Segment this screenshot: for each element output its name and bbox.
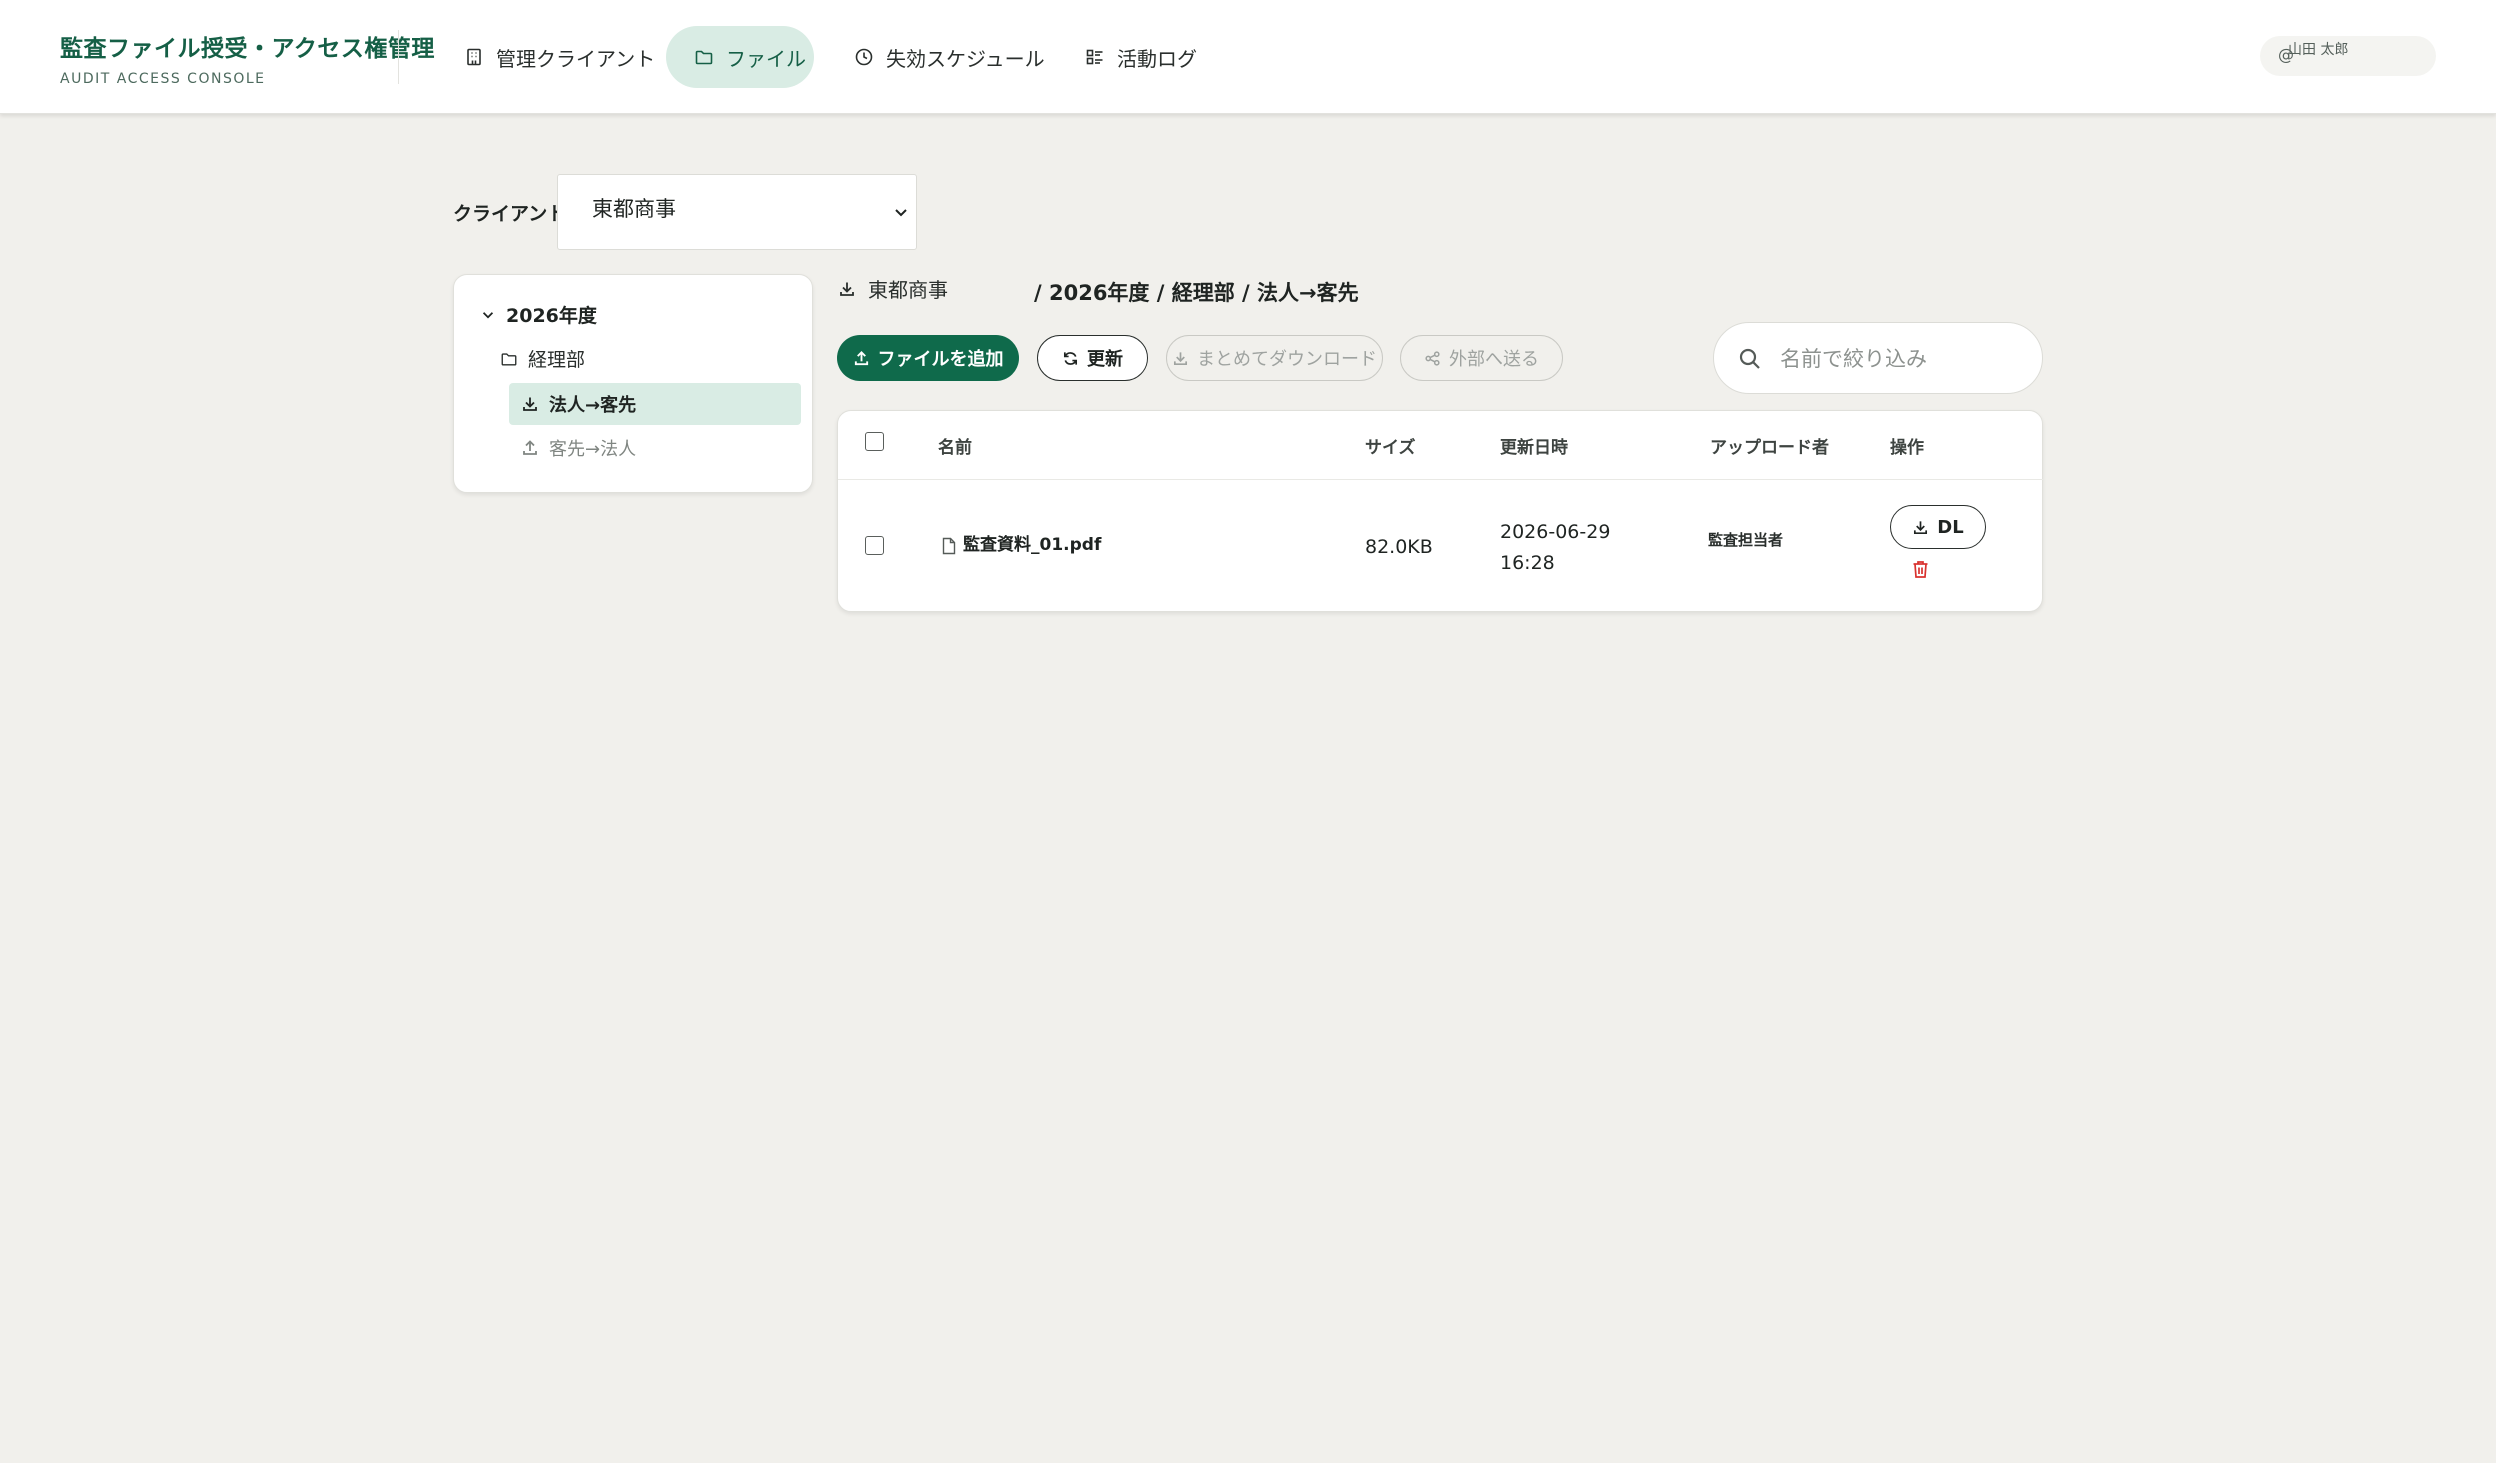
add-file-button[interactable]: ファイルを追加 <box>837 335 1019 381</box>
file-name-cell[interactable]: 監査資料_01.pdf <box>941 529 1101 555</box>
tree-item-year[interactable]: 2026年度 <box>480 301 597 328</box>
header-divider <box>398 30 399 84</box>
app-title: 監査ファイル授受・アクセス権管理 <box>60 36 435 62</box>
file-updated: 2026-06-29 16:28 <box>1500 517 1610 579</box>
top-header: 監査ファイル授受・アクセス権管理 AUDIT ACCESS CONSOLE 管理… <box>0 0 2496 114</box>
building-icon <box>464 47 484 67</box>
search-input[interactable] <box>1780 337 2030 381</box>
files-table: 名前 サイズ 更新日時 アップロード者 操作 監査資料_01.pdf 82.0K… <box>837 410 2044 612</box>
tree-item-client-to-corporate[interactable]: 客先→法人 <box>521 435 636 461</box>
client-label: クライアント <box>453 203 567 225</box>
tree-item-label: 法人→客先 <box>549 395 637 416</box>
column-header-size[interactable]: サイズ <box>1365 433 1416 458</box>
download-icon <box>521 395 539 413</box>
file-updated-time: 16:28 <box>1500 552 1555 574</box>
download-label: DL <box>1937 516 1964 538</box>
tree-item-corporate-to-client[interactable]: 法人→客先 <box>509 383 801 425</box>
download-button[interactable]: DL <box>1890 505 1986 549</box>
download-icon <box>1172 350 1189 367</box>
client-select-value: 東都商事 <box>592 197 676 221</box>
tree-item-label: 2026年度 <box>506 305 597 327</box>
refresh-label: 更新 <box>1087 349 1123 370</box>
user-menu[interactable]: @ 山田 太郎 <box>2260 36 2436 76</box>
upload-icon <box>521 439 539 457</box>
select-all-checkbox[interactable] <box>865 432 884 451</box>
client-select[interactable]: 東都商事 <box>557 174 917 250</box>
tree-item-label: 客先→法人 <box>549 439 637 460</box>
nav-label: 活動ログ <box>1117 46 1197 71</box>
download-icon <box>1912 519 1929 536</box>
app-subtitle: AUDIT ACCESS CONSOLE <box>60 71 266 87</box>
breadcrumb-client[interactable]: 東都商事 <box>868 274 948 303</box>
send-external-label: 外部へ送る <box>1449 349 1539 370</box>
breadcrumb-path: / 2026年度 / 経理部 / 法人→客先 <box>1034 281 1359 305</box>
nav-label: ファイル <box>726 46 806 71</box>
tree-item-department[interactable]: 経理部 <box>500 345 585 372</box>
nav-item-files[interactable]: ファイル <box>666 26 814 88</box>
file-size: 82.0KB <box>1365 536 1433 558</box>
file-uploader: 監査担当者 <box>1708 531 1784 549</box>
column-header-name[interactable]: 名前 <box>938 433 972 458</box>
chevron-down-icon <box>480 307 496 323</box>
bulk-download-label: まとめてダウンロード <box>1197 349 1377 370</box>
nav-item-activity-log[interactable]: 活動ログ <box>1057 26 1225 88</box>
folder-tree: 2026年度 経理部 法人→客先 客先→法人 <box>453 274 813 493</box>
file-updated-date: 2026-06-29 <box>1500 521 1611 543</box>
folder-icon <box>500 350 518 368</box>
bulk-download-button[interactable]: まとめてダウンロード <box>1166 335 1383 381</box>
nav-item-expiry-schedule[interactable]: 失効スケジュール <box>826 26 1073 88</box>
file-icon <box>941 529 957 555</box>
nav-item-clients[interactable]: 管理クライアント <box>436 26 683 88</box>
column-header-uploader[interactable]: アップロード者 <box>1710 433 1829 458</box>
nav-label: 失効スケジュール <box>886 46 1045 71</box>
clock-icon <box>854 47 874 67</box>
share-icon <box>1424 350 1441 367</box>
add-file-label: ファイルを追加 <box>877 349 1004 370</box>
nav-label: 管理クライアント <box>496 46 656 71</box>
column-header-updated[interactable]: 更新日時 <box>1500 433 1568 458</box>
user-name: 山田 太郎 <box>2288 42 2349 58</box>
refresh-icon <box>1062 350 1079 367</box>
send-external-button[interactable]: 外部へ送る <box>1400 335 1563 381</box>
brand: 監査ファイル授受・アクセス権管理 AUDIT ACCESS CONSOLE <box>60 29 435 87</box>
row-checkbox[interactable] <box>865 536 884 555</box>
folder-icon <box>694 47 714 67</box>
file-name: 監査資料_01.pdf <box>963 534 1102 555</box>
list-icon <box>1085 47 1105 67</box>
search-box <box>1713 322 2043 394</box>
column-header-actions: 操作 <box>1890 438 1924 458</box>
header-divider <box>838 479 2044 480</box>
tree-item-label: 経理部 <box>528 349 586 371</box>
refresh-button[interactable]: 更新 <box>1037 335 1148 381</box>
upload-icon <box>853 350 870 367</box>
